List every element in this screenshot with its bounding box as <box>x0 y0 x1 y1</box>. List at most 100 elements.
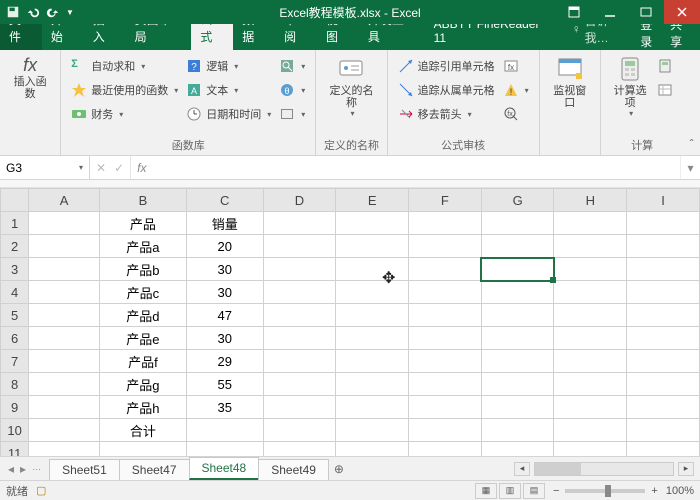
zoom-in-button[interactable]: + <box>651 485 657 497</box>
cell[interactable]: 产品g <box>99 373 186 396</box>
trace-dependents-button[interactable]: 追踪从属单元格 <box>396 79 497 101</box>
row-header[interactable]: 2 <box>1 235 29 258</box>
sheet-nav-next-icon[interactable]: ▸ <box>20 462 26 476</box>
cell[interactable] <box>554 442 627 457</box>
zoom-out-button[interactable]: − <box>553 485 559 497</box>
add-sheet-button[interactable]: ⊕ <box>328 462 350 476</box>
sheet-tab[interactable]: Sheet49 <box>258 459 329 480</box>
lookup-button[interactable]: ▾ <box>277 55 307 77</box>
evaluate-formula-button[interactable]: fx <box>501 103 531 125</box>
cell[interactable] <box>481 327 554 350</box>
cell[interactable] <box>627 350 700 373</box>
row-header[interactable]: 1 <box>1 212 29 235</box>
col-header[interactable]: D <box>263 189 336 212</box>
cell[interactable] <box>263 327 336 350</box>
undo-icon[interactable] <box>26 5 40 19</box>
cell[interactable]: 30 <box>186 327 263 350</box>
text-functions-button[interactable]: A文本▾ <box>184 79 273 101</box>
calculation-options-button[interactable]: 计算选项 ▾ <box>607 53 653 136</box>
trace-precedents-button[interactable]: 追踪引用单元格 <box>396 55 497 77</box>
cell[interactable] <box>481 442 554 457</box>
cell[interactable]: 47 <box>186 304 263 327</box>
cell[interactable] <box>29 350 100 373</box>
col-header[interactable]: F <box>409 189 482 212</box>
cell[interactable]: 20 <box>186 235 263 258</box>
redo-icon[interactable] <box>46 5 60 19</box>
cell[interactable]: 产品 <box>99 212 186 235</box>
cell[interactable] <box>99 442 186 457</box>
expand-formula-bar-button[interactable]: ▾ <box>680 156 700 179</box>
minimize-button[interactable] <box>592 0 628 24</box>
cell[interactable] <box>29 327 100 350</box>
row-header[interactable]: 4 <box>1 281 29 304</box>
calculate-now-button[interactable] <box>655 55 675 77</box>
cell[interactable] <box>336 281 409 304</box>
zoom-level[interactable]: 100% <box>666 485 694 497</box>
cell[interactable] <box>554 419 627 442</box>
cell[interactable] <box>263 281 336 304</box>
cell[interactable] <box>627 258 700 281</box>
cell[interactable] <box>29 281 100 304</box>
cell[interactable] <box>409 304 482 327</box>
cell[interactable] <box>336 350 409 373</box>
sheet-nav-more-icon[interactable]: … <box>32 462 41 476</box>
calculate-sheet-button[interactable] <box>655 79 675 101</box>
cell[interactable] <box>263 235 336 258</box>
cell[interactable] <box>481 212 554 235</box>
view-normal-button[interactable]: ▦ <box>475 483 497 499</box>
cell[interactable] <box>481 396 554 419</box>
cell[interactable] <box>263 304 336 327</box>
row-header[interactable]: 5 <box>1 304 29 327</box>
col-header[interactable]: I <box>627 189 700 212</box>
select-all-corner[interactable] <box>1 189 29 212</box>
cell[interactable] <box>409 396 482 419</box>
cell[interactable] <box>263 442 336 457</box>
cell[interactable] <box>554 212 627 235</box>
cell[interactable] <box>554 281 627 304</box>
macro-record-icon[interactable]: ▢ <box>36 484 46 497</box>
financial-button[interactable]: 财务▾ <box>69 103 180 125</box>
cell[interactable]: 产品f <box>99 350 186 373</box>
define-name-button[interactable]: 定义的名称 ▾ <box>322 53 380 136</box>
name-box[interactable]: G3 ▾ <box>0 156 90 179</box>
cell[interactable] <box>481 373 554 396</box>
cell[interactable]: 合计 <box>99 419 186 442</box>
worksheet-grid[interactable]: A B C D E F G H I 1产品销量2产品a203产品b304产品c3… <box>0 188 700 456</box>
cell[interactable] <box>554 304 627 327</box>
cell[interactable] <box>409 419 482 442</box>
cell[interactable] <box>409 442 482 457</box>
cell[interactable]: 30 <box>186 258 263 281</box>
cell[interactable] <box>336 212 409 235</box>
watch-window-button[interactable]: 监视窗口 <box>546 53 594 140</box>
cell[interactable] <box>186 442 263 457</box>
col-header[interactable]: B <box>99 189 186 212</box>
remove-arrows-button[interactable]: 移去箭头▾ <box>396 103 497 125</box>
cell[interactable] <box>29 419 100 442</box>
horizontal-scrollbar[interactable] <box>534 462 674 476</box>
enter-icon[interactable]: ✓ <box>114 161 124 175</box>
cell[interactable] <box>481 350 554 373</box>
cell[interactable] <box>409 235 482 258</box>
sheet-tab[interactable]: Sheet47 <box>119 459 190 480</box>
hscroll-right-button[interactable]: ▸ <box>678 462 694 476</box>
sheet-tab[interactable]: Sheet51 <box>49 459 120 480</box>
cell[interactable] <box>627 212 700 235</box>
cell[interactable] <box>627 235 700 258</box>
cell[interactable]: 销量 <box>186 212 263 235</box>
cell[interactable] <box>627 442 700 457</box>
logical-button[interactable]: ?逻辑▾ <box>184 55 273 77</box>
cell[interactable] <box>481 258 554 281</box>
ribbon-display-button[interactable] <box>556 0 592 24</box>
cell[interactable] <box>263 396 336 419</box>
cell[interactable] <box>409 327 482 350</box>
col-header[interactable]: G <box>481 189 554 212</box>
recent-functions-button[interactable]: 最近使用的函数▾ <box>69 79 180 101</box>
more-functions-button[interactable]: ▾ <box>277 103 307 125</box>
row-header[interactable]: 10 <box>1 419 29 442</box>
cell[interactable] <box>336 442 409 457</box>
cell[interactable] <box>336 373 409 396</box>
cell[interactable] <box>29 442 100 457</box>
row-header[interactable]: 3 <box>1 258 29 281</box>
formula-input[interactable] <box>152 156 680 179</box>
cell[interactable]: 产品b <box>99 258 186 281</box>
